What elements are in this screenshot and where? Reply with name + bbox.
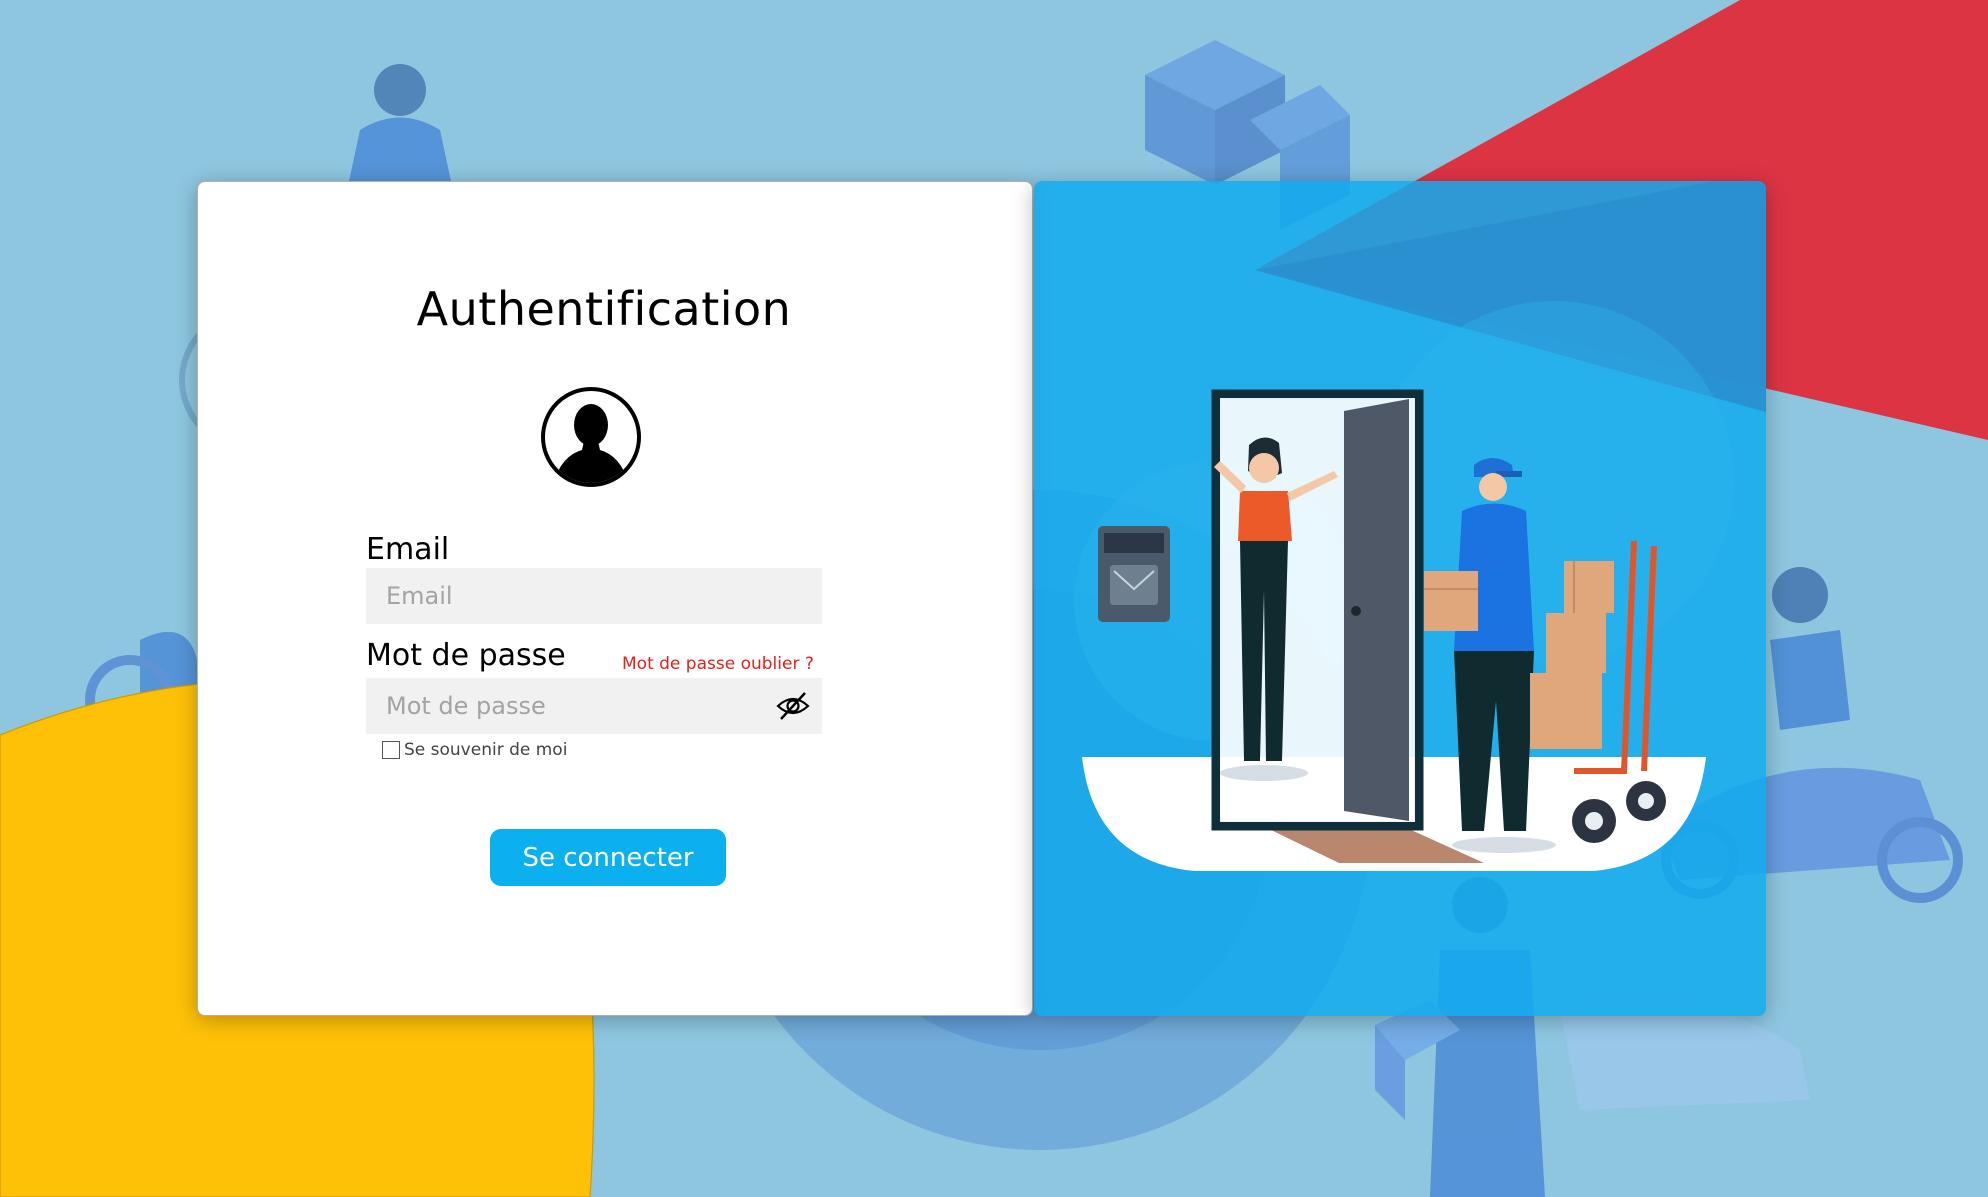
remember-me-checkbox[interactable] (382, 741, 400, 759)
mailbox-icon (1098, 526, 1170, 622)
email-input[interactable] (366, 568, 822, 624)
login-card: Authentification Email Mot de passe Mot … (197, 181, 1033, 1016)
login-page: Authentification Email Mot de passe Mot … (0, 0, 1988, 1197)
remember-me-label: Se souvenir de moi (404, 740, 568, 760)
page-title: Authentification (416, 282, 792, 336)
password-input[interactable] (366, 678, 822, 734)
illustration-panel (1034, 181, 1766, 1016)
user-avatar-icon (541, 387, 641, 487)
login-button[interactable]: Se connecter (490, 829, 726, 886)
remember-me-row: Se souvenir de moi (382, 740, 567, 760)
forgot-password-link[interactable]: Mot de passe oublier ? (622, 654, 814, 674)
email-label: Email (366, 532, 450, 567)
eye-slash-icon[interactable] (776, 690, 810, 722)
password-label: Mot de passe (366, 638, 566, 673)
courier-figure-bg (345, 64, 455, 200)
delivery-illustration (1074, 181, 1766, 871)
